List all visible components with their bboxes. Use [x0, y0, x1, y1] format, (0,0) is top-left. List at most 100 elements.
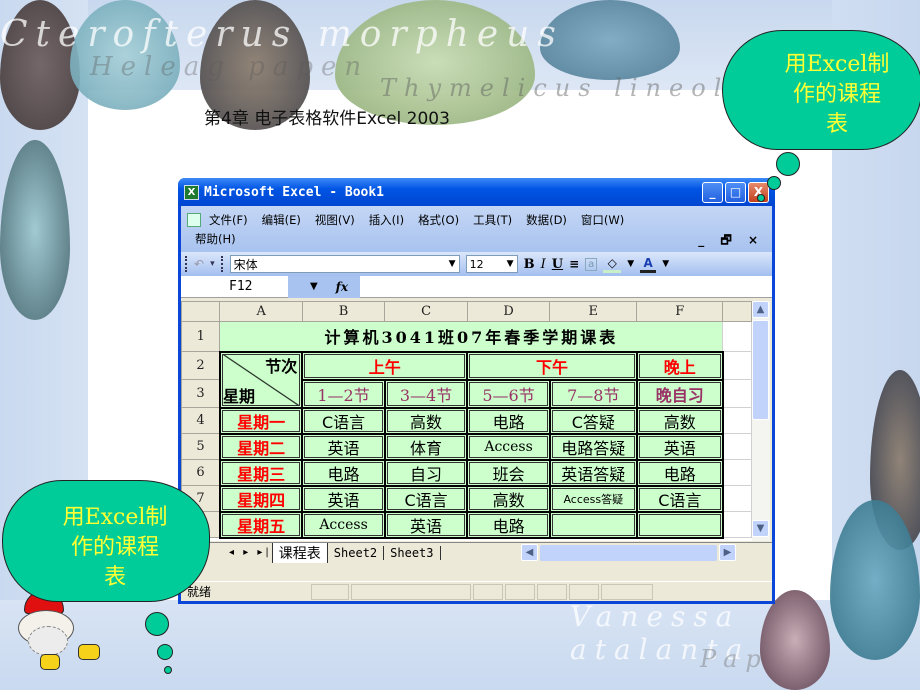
cell[interactable] [722, 321, 752, 352]
scroll-left-button[interactable]: ◀ [521, 544, 538, 561]
session-header-cell[interactable]: 5—6节 [466, 378, 551, 409]
insert-function-icon[interactable]: fx [336, 280, 348, 294]
class-cell[interactable]: 英语 [301, 432, 386, 461]
class-cell[interactable]: 电路 [466, 510, 551, 539]
toolbar-grip[interactable] [220, 256, 224, 272]
chevron-down-icon[interactable]: ▼ [662, 259, 669, 269]
column-header[interactable]: C [384, 301, 468, 322]
menu-window[interactable]: 窗口(W) [581, 212, 624, 228]
class-cell[interactable]: 班会 [466, 458, 551, 487]
undo-icon[interactable]: ↶ [194, 257, 204, 271]
class-cell[interactable]: 电路答疑 [548, 432, 638, 461]
row-header[interactable]: 1 [181, 321, 221, 352]
period-header-cell[interactable]: 下午 [466, 350, 638, 381]
class-cell[interactable]: 电路 [301, 458, 386, 487]
class-cell[interactable]: C语言 [635, 484, 724, 513]
class-cell[interactable]: Access [466, 432, 551, 461]
class-cell[interactable]: 英语 [635, 432, 724, 461]
cell[interactable] [722, 351, 752, 380]
fill-color-icon[interactable]: ◇ [603, 256, 622, 273]
row-header[interactable]: 4 [181, 407, 221, 434]
vertical-scrollbar[interactable]: ▲ ▼ [752, 301, 770, 541]
class-cell[interactable]: 高数 [466, 484, 551, 513]
menu-data[interactable]: 数据(D) [526, 212, 567, 228]
class-cell[interactable]: C答疑 [548, 406, 638, 435]
name-box[interactable]: F12 [181, 279, 288, 294]
row-header[interactable]: 6 [181, 459, 221, 486]
class-cell[interactable]: 体育 [383, 432, 469, 461]
weekday-cell[interactable]: 星期三 [218, 458, 304, 487]
font-name-select[interactable]: 宋体 ▼ [229, 255, 460, 273]
class-cell[interactable] [635, 510, 724, 539]
cell[interactable] [722, 511, 752, 538]
class-cell[interactable]: 自习 [383, 458, 469, 487]
bold-button[interactable]: B [524, 257, 535, 272]
menu-format[interactable]: 格式(O) [418, 212, 459, 228]
column-header[interactable] [722, 301, 752, 322]
toolbar-grip[interactable] [185, 256, 188, 272]
doc-close-button[interactable]: × [748, 233, 764, 247]
chevron-down-icon[interactable]: ▼ [507, 259, 514, 269]
doc-restore-button[interactable]: 🗗 [720, 233, 737, 247]
session-header-cell[interactable]: 3—4节 [383, 378, 469, 409]
class-cell[interactable]: 电路 [466, 406, 551, 435]
weekday-cell[interactable]: 星期五 [218, 510, 304, 539]
cell[interactable] [722, 433, 752, 460]
toolbar-options-icon[interactable]: ▾ [210, 259, 215, 269]
class-cell[interactable]: 高数 [635, 406, 724, 435]
row-header[interactable]: 3 [181, 379, 221, 408]
column-header[interactable]: A [219, 301, 303, 322]
workbook-icon[interactable] [187, 212, 201, 227]
sheet-tab[interactable]: Sheet2 [328, 545, 385, 560]
row-header[interactable]: 5 [181, 433, 221, 460]
session-header-cell[interactable]: 7—8节 [548, 378, 638, 409]
class-cell[interactable] [548, 510, 638, 539]
column-header[interactable]: E [549, 301, 638, 322]
merge-center-button[interactable]: a [585, 257, 598, 271]
chevron-down-icon[interactable]: ▼ [627, 259, 634, 269]
session-header-cell[interactable]: 1—2节 [301, 378, 386, 409]
menu-insert[interactable]: 插入(I) [369, 212, 404, 228]
menu-file[interactable]: 文件(F) [209, 212, 248, 228]
column-header[interactable]: F [636, 301, 724, 322]
font-size-select[interactable]: 12 ▼ [465, 255, 518, 273]
diagonal-header-cell[interactable]: 节次 星期 [218, 350, 304, 409]
class-cell[interactable]: 电路 [635, 458, 724, 487]
class-cell[interactable]: C语言 [383, 484, 469, 513]
scroll-right-button[interactable]: ▶ [719, 544, 736, 561]
cell[interactable] [722, 459, 752, 486]
schedule-title-cell[interactable]: 计算机3041班07年春季学期课表 [219, 321, 724, 352]
window-titlebar[interactable]: X Microsoft Excel - Book1 _ □ X [178, 178, 775, 206]
column-header[interactable]: B [301, 301, 386, 322]
sheet-tab[interactable]: Sheet3 [384, 545, 441, 560]
column-header[interactable]: D [466, 301, 551, 322]
select-all-corner[interactable] [181, 301, 221, 322]
weekday-cell[interactable]: 星期一 [218, 406, 304, 435]
underline-button[interactable]: U [552, 257, 563, 272]
maximize-button[interactable]: □ [725, 181, 746, 203]
session-header-cell[interactable]: 晚自习 [635, 378, 724, 409]
class-cell[interactable]: 英语 [383, 510, 469, 539]
chevron-down-icon[interactable]: ▼ [310, 281, 318, 292]
class-cell[interactable]: 英语答疑 [548, 458, 638, 487]
menu-help[interactable]: 帮助(H) [195, 231, 236, 247]
align-center-button[interactable]: ≡ [569, 257, 579, 271]
minimize-button[interactable]: _ [702, 181, 723, 203]
scroll-up-button[interactable]: ▲ [752, 301, 769, 318]
period-header-cell[interactable]: 晚上 [635, 350, 724, 381]
sheet-tab-active[interactable]: 课程表 [271, 542, 328, 563]
cell[interactable] [722, 407, 752, 434]
cell[interactable] [722, 379, 752, 408]
italic-button[interactable]: I [541, 257, 546, 272]
class-cell[interactable]: Access答疑 [548, 484, 638, 513]
horizontal-scroll-thumb[interactable] [540, 544, 717, 561]
formula-input[interactable] [360, 276, 772, 298]
cell[interactable] [722, 485, 752, 512]
menu-view[interactable]: 视图(V) [315, 212, 355, 228]
name-box-dropdown[interactable]: ▼ fx [288, 275, 360, 298]
vertical-scroll-thumb[interactable] [752, 320, 769, 420]
period-header-cell[interactable]: 上午 [301, 350, 469, 381]
weekday-cell[interactable]: 星期二 [218, 432, 304, 461]
chevron-down-icon[interactable]: ▼ [449, 259, 456, 269]
menu-tools[interactable]: 工具(T) [473, 212, 512, 228]
